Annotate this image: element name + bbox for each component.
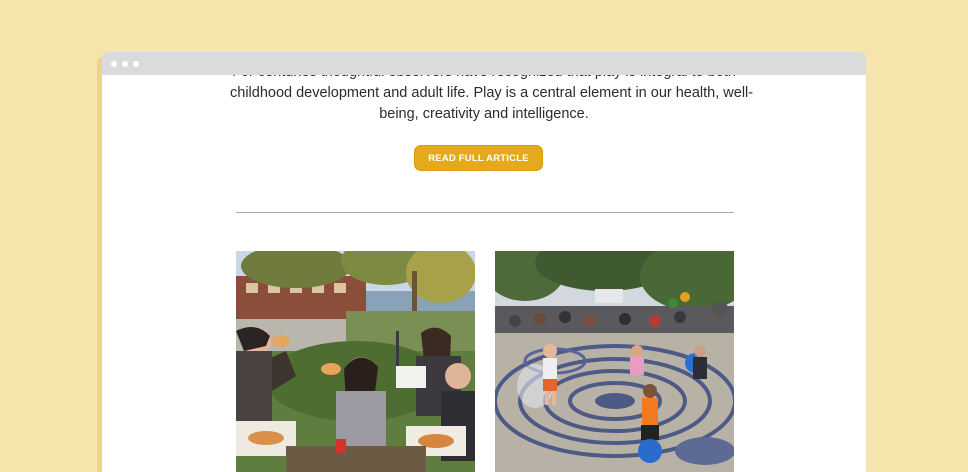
window-dot-icon	[133, 61, 139, 67]
page-content: For centuries thoughtful observers have …	[102, 75, 866, 472]
read-full-article-button[interactable]: READ FULL ARTICLE	[414, 145, 543, 171]
browser-titlebar	[102, 52, 866, 75]
window-dot-icon	[122, 61, 128, 67]
article-line: being, creativity and intelligence.	[379, 106, 589, 122]
window-dot-icon	[111, 61, 117, 67]
section-divider	[236, 212, 734, 213]
browser-window: For centuries thoughtful observers have …	[102, 52, 866, 472]
article-line: For centuries thoughtful observers have …	[230, 75, 738, 83]
article-excerpt: For centuries thoughtful observers have …	[230, 75, 754, 125]
article-line: childhood development and adult life. Pl…	[230, 85, 754, 101]
photo-children-splash-pad[interactable]	[495, 251, 734, 472]
photo-friends-eating-pizza[interactable]	[236, 251, 475, 472]
